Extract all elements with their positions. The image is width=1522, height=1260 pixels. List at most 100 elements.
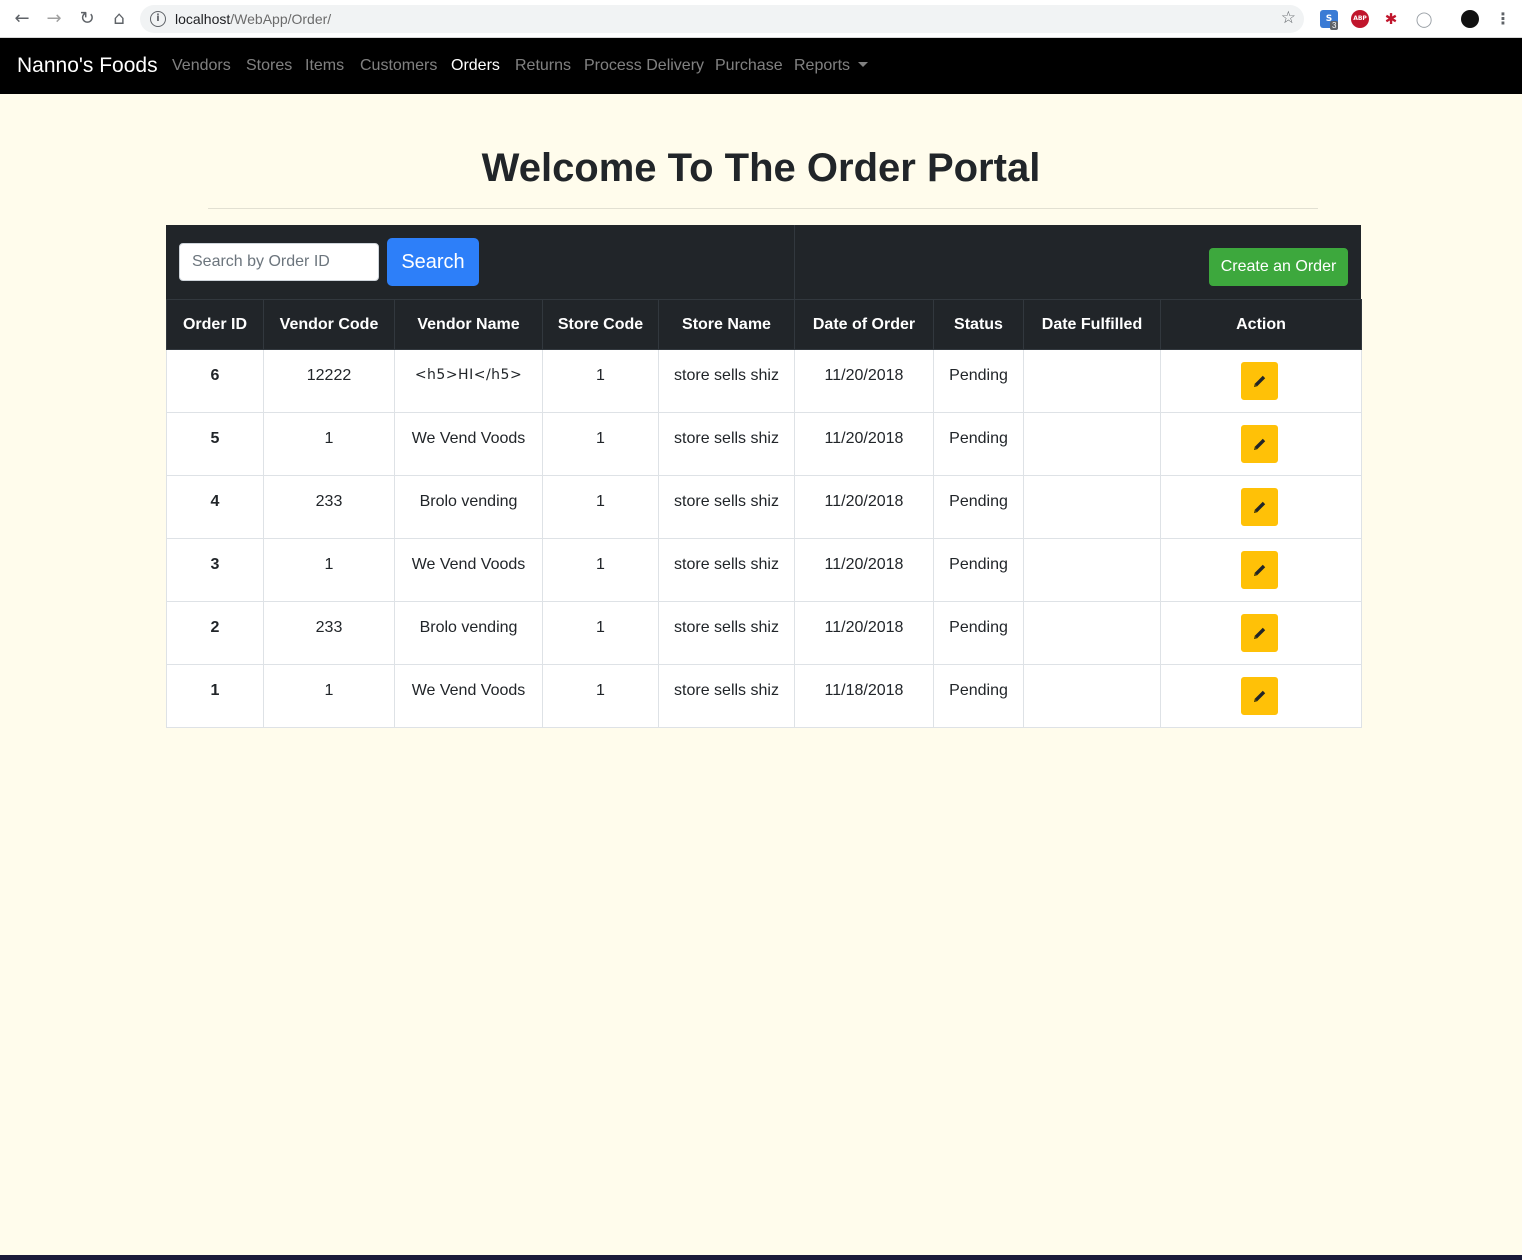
cell-date-fulfilled xyxy=(1023,601,1161,665)
nav-process-delivery[interactable]: Process Delivery xyxy=(584,57,704,75)
order-search-input[interactable] xyxy=(179,243,379,281)
col-header-store-code: Store Code xyxy=(542,299,659,350)
cell-order-id: 4 xyxy=(166,475,264,539)
cell-action xyxy=(1160,349,1362,413)
cell-store-name: store sells shiz xyxy=(658,601,795,665)
pencil-icon xyxy=(1253,627,1265,639)
pencil-icon xyxy=(1253,375,1265,387)
cell-vendor-name: <h5>HI</h5> xyxy=(394,349,543,413)
pencil-icon xyxy=(1253,501,1265,513)
caret-down-icon xyxy=(858,62,869,67)
cell-vendor-code: 1 xyxy=(263,538,395,602)
nav-orders[interactable]: Orders xyxy=(451,57,500,75)
cell-date-fulfilled xyxy=(1023,412,1161,476)
table-header-row: Order ID Vendor Code Vendor Name Store C… xyxy=(166,299,1362,350)
cell-vendor-code: 233 xyxy=(263,475,395,539)
nav-vendors[interactable]: Vendors xyxy=(172,57,231,75)
forward-icon[interactable]: → xyxy=(43,8,65,30)
back-icon[interactable]: ← xyxy=(11,8,33,30)
cell-vendor-code: 1 xyxy=(263,412,395,476)
cell-order-id: 1 xyxy=(166,664,264,728)
profile-avatar[interactable] xyxy=(1461,10,1479,28)
browser-menu-icon[interactable]: ⋮ xyxy=(1494,10,1512,28)
nav-stores[interactable]: Stores xyxy=(246,57,292,75)
extension-badge: 3 xyxy=(1330,21,1339,30)
cell-store-code: 1 xyxy=(542,475,659,539)
cell-order-id: 5 xyxy=(166,412,264,476)
cell-vendor-name: Brolo vending xyxy=(394,475,543,539)
cell-vendor-name: Brolo vending xyxy=(394,601,543,665)
cell-status: Pending xyxy=(933,664,1024,728)
edit-order-button[interactable] xyxy=(1240,677,1278,715)
cell-store-code: 1 xyxy=(542,412,659,476)
title-divider xyxy=(208,208,1318,209)
edit-order-button[interactable] xyxy=(1240,488,1278,526)
cell-store-code: 1 xyxy=(542,664,659,728)
cell-date-fulfilled xyxy=(1023,538,1161,602)
cell-store-name: store sells shiz xyxy=(658,475,795,539)
cell-date-of-order: 11/20/2018 xyxy=(794,475,934,539)
table-row: 1 1 We Vend Voods 1 store sells shiz 11/… xyxy=(166,664,1362,728)
cell-vendor-name: We Vend Voods xyxy=(394,538,543,602)
bookmark-star-icon[interactable]: ☆ xyxy=(1281,8,1296,28)
cell-date-fulfilled xyxy=(1023,475,1161,539)
cell-date-of-order: 11/20/2018 xyxy=(794,412,934,476)
table-row: 6 12222 <h5>HI</h5> 1 store sells shiz 1… xyxy=(166,349,1362,413)
cell-vendor-name: We Vend Voods xyxy=(394,412,543,476)
os-taskbar-edge xyxy=(0,1255,1522,1260)
cell-status: Pending xyxy=(933,538,1024,602)
cell-store-name: store sells shiz xyxy=(658,349,795,413)
col-header-status: Status xyxy=(933,299,1024,350)
home-icon[interactable]: ⌂ xyxy=(108,8,130,30)
nav-items[interactable]: Items xyxy=(305,57,344,75)
cell-order-id: 3 xyxy=(166,538,264,602)
col-header-date-fulfilled: Date Fulfilled xyxy=(1023,299,1161,350)
cell-store-name: store sells shiz xyxy=(658,538,795,602)
edit-order-button[interactable] xyxy=(1240,614,1278,652)
edit-order-button[interactable] xyxy=(1240,362,1278,400)
main-navbar: Nanno's Foods Vendors Stores Items Custo… xyxy=(0,38,1522,94)
edit-order-button[interactable] xyxy=(1240,551,1278,589)
nav-purchase[interactable]: Purchase xyxy=(715,57,783,75)
nav-returns[interactable]: Returns xyxy=(515,57,571,75)
page-title: Welcome To The Order Portal xyxy=(481,146,1041,190)
cell-date-fulfilled xyxy=(1023,664,1161,728)
shield-extension-icon[interactable]: ◯ xyxy=(1415,10,1433,28)
reload-icon[interactable]: ↻ xyxy=(76,8,98,30)
cell-store-name: store sells shiz xyxy=(658,664,795,728)
adblock-icon[interactable]: ABP xyxy=(1351,10,1369,28)
pencil-icon xyxy=(1253,564,1265,576)
nav-reports-dropdown[interactable]: Reports xyxy=(794,57,869,75)
cell-store-name: store sells shiz xyxy=(658,412,795,476)
table-row: 2 233 Brolo vending 1 store sells shiz 1… xyxy=(166,601,1362,665)
col-header-action: Action xyxy=(1160,299,1362,350)
col-header-date-of-order: Date of Order xyxy=(794,299,934,350)
col-header-vendor-name: Vendor Name xyxy=(394,299,543,350)
cell-date-of-order: 11/20/2018 xyxy=(794,349,934,413)
col-header-order-id: Order ID xyxy=(166,299,264,350)
cell-status: Pending xyxy=(933,412,1024,476)
cell-action xyxy=(1160,601,1362,665)
toolbar-divider xyxy=(794,225,795,299)
cell-order-id: 2 xyxy=(166,601,264,665)
cell-vendor-name: We Vend Voods xyxy=(394,664,543,728)
edit-order-button[interactable] xyxy=(1240,425,1278,463)
cell-vendor-code: 12222 xyxy=(263,349,395,413)
browser-toolbar: ← → ↻ ⌂ i localhost/WebApp/Order/ ☆ S 3 … xyxy=(0,0,1522,38)
table-row: 3 1 We Vend Voods 1 store sells shiz 11/… xyxy=(166,538,1362,602)
cell-action xyxy=(1160,475,1362,539)
create-order-button[interactable]: Create an Order xyxy=(1209,248,1348,286)
nav-customers[interactable]: Customers xyxy=(360,57,437,75)
site-info-icon[interactable]: i xyxy=(150,11,166,27)
table-row: 5 1 We Vend Voods 1 store sells shiz 11/… xyxy=(166,412,1362,476)
cell-vendor-code: 233 xyxy=(263,601,395,665)
address-bar[interactable]: i localhost/WebApp/Order/ ☆ xyxy=(140,5,1304,33)
navbar-brand[interactable]: Nanno's Foods xyxy=(17,54,158,78)
address-url: localhost/WebApp/Order/ xyxy=(175,11,332,27)
bug-extension-icon[interactable]: ✱ xyxy=(1382,10,1400,28)
search-button[interactable]: Search xyxy=(387,238,479,286)
cell-vendor-code: 1 xyxy=(263,664,395,728)
orders-toolbar: Search Create an Order xyxy=(166,225,1361,299)
cell-status: Pending xyxy=(933,475,1024,539)
cell-date-of-order: 11/18/2018 xyxy=(794,664,934,728)
